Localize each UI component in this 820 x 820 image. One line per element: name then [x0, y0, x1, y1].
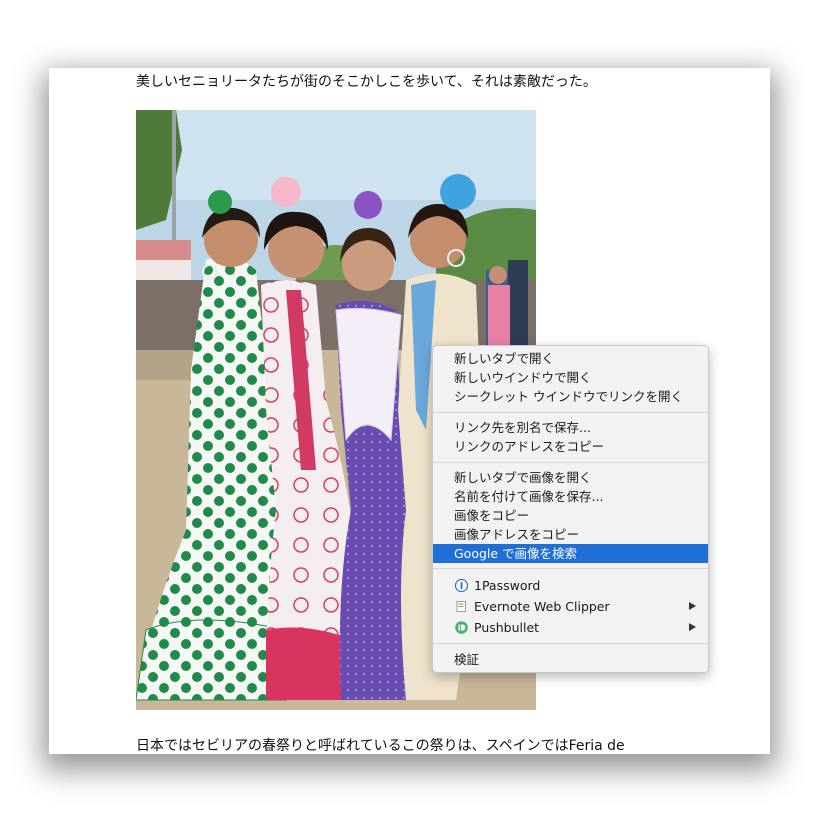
menu-item-save-image-as[interactable]: 名前を付けて画像を保存...	[433, 487, 708, 506]
menu-item-copy-link-address[interactable]: リンクのアドレスをコピー	[433, 437, 708, 456]
1password-icon	[455, 579, 468, 592]
menu-item-1password[interactable]: 1Password	[433, 576, 708, 595]
menu-item-label: Pushbullet	[474, 620, 540, 635]
pushbullet-icon	[455, 621, 468, 634]
menu-item-label: 1Password	[474, 578, 541, 593]
menu-item-open-link-incognito[interactable]: シークレット ウインドウでリンクを開く	[433, 387, 708, 406]
menu-separator	[433, 412, 708, 413]
menu-item-pushbullet[interactable]: Pushbullet	[433, 618, 708, 637]
menu-item-copy-image-address[interactable]: 画像アドレスをコピー	[433, 525, 708, 544]
submenu-arrow-icon	[689, 623, 696, 631]
submenu-arrow-icon	[689, 602, 696, 610]
evernote-clipper-icon	[456, 601, 466, 612]
menu-separator	[433, 462, 708, 463]
menu-item-save-link-as[interactable]: リンク先を別名で保存...	[433, 418, 708, 437]
menu-separator	[433, 568, 708, 569]
menu-item-inspect[interactable]: 検証	[433, 650, 708, 669]
article-body-text: 日本ではセビリアの春祭りと呼ばれているこの祭りは、スペインではFeria de	[136, 738, 625, 754]
menu-item-open-link-new-tab[interactable]: 新しいタブで開く	[433, 349, 708, 368]
menu-item-evernote-web-clipper[interactable]: Evernote Web Clipper	[433, 597, 708, 616]
menu-separator	[433, 643, 708, 644]
menu-item-copy-image[interactable]: 画像をコピー	[433, 506, 708, 525]
menu-item-open-link-new-window[interactable]: 新しいウインドウで開く	[433, 368, 708, 387]
menu-item-open-image-new-tab[interactable]: 新しいタブで画像を開く	[433, 468, 708, 487]
menu-item-label: Evernote Web Clipper	[474, 599, 610, 614]
context-menu: 新しいタブで開く 新しいウインドウで開く シークレット ウインドウでリンクを開く…	[432, 345, 709, 673]
photo-caption: 美しいセニョリータたちが街のそこかしこを歩いて、それは素敵だった。	[136, 74, 597, 90]
menu-item-search-google-for-image[interactable]: Google で画像を検索	[433, 544, 708, 563]
